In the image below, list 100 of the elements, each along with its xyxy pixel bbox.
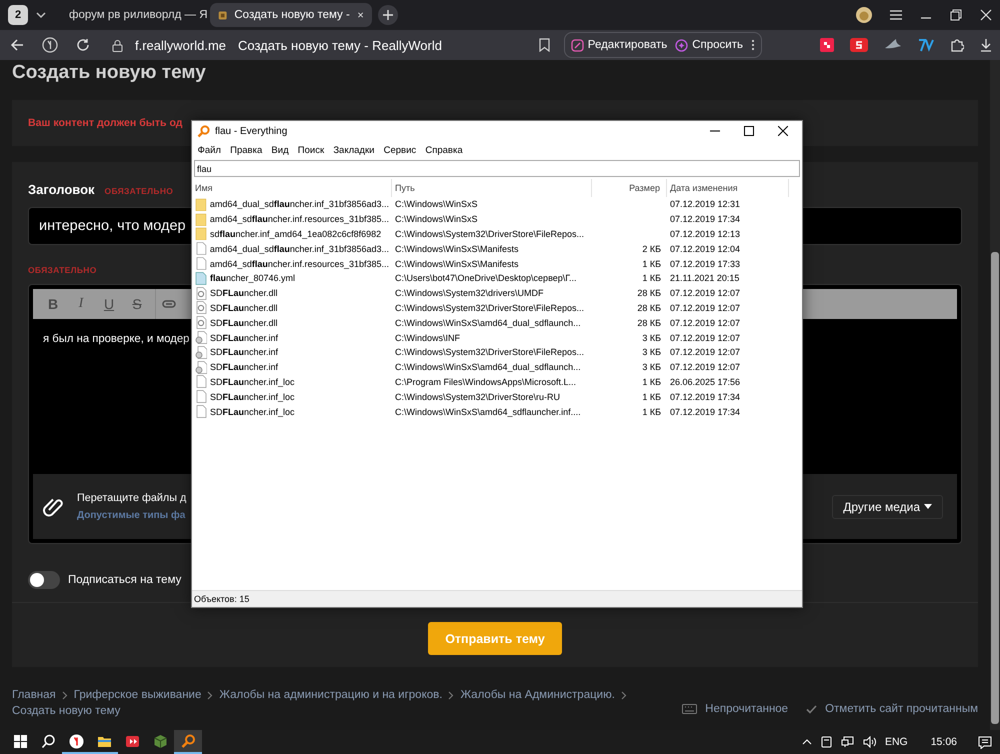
file-name[interactable]: sdflauncher.inf_amd64_1ea082c6cf8f6982 [210,228,382,239]
browser-icon [68,734,84,748]
device-icon[interactable] [820,736,832,748]
file-path: C:\Windows\System32\DriverStore\FileRepos... [394,347,586,358]
clock[interactable]: 15:06 [930,736,957,748]
windows-icon [12,734,28,748]
menu-item[interactable]: Справка [420,144,468,156]
unread-link[interactable]: Непрочитанное [682,703,788,715]
more-icon[interactable] [751,39,755,51]
network-icon[interactable] [840,736,854,748]
menu-item[interactable]: Закладки [328,144,380,156]
column-header[interactable]: Дата изменения [667,179,789,197]
file-name[interactable]: flauncher_80746.yml [210,273,296,284]
breadcrumb-link[interactable]: Гриферское выживание [74,689,202,701]
menu-item[interactable]: Файл [193,144,226,156]
puzzle-icon[interactable] [950,38,964,52]
file-name[interactable]: SDFLauncher.inf_loc [210,376,295,387]
tab-count-button[interactable]: 2 [8,5,28,25]
cube-icon [152,734,168,748]
chevron-up-icon[interactable] [802,739,812,745]
file-name[interactable]: SDFLauncher.inf_loc [210,392,295,402]
caret-icon [924,504,932,509]
back-icon[interactable] [10,38,24,52]
ask-button[interactable]: Спросить [675,38,743,52]
language-indicator[interactable]: ENG [884,736,908,748]
scrollbar[interactable] [990,60,1000,730]
modified-date: 07.12.2019 12:04 [669,244,742,254]
breadcrumb-link[interactable]: Главная [12,689,56,701]
file-name[interactable]: SDFLauncher.inf [210,347,278,358]
maximize-icon[interactable] [744,126,754,136]
modified-date: 26.06.2025 17:56 [669,376,742,387]
menu-item[interactable]: Вид [266,144,294,156]
other-media-button[interactable]: Другие медиа [832,494,943,518]
breadcrumb-link[interactable]: Жалобы на администрацию и на игроков. [219,689,442,701]
notification-icon[interactable] [978,736,992,748]
menu-item[interactable]: Поиск [293,144,329,156]
file-name[interactable]: SDFLauncher.dll [210,302,278,313]
sparkle-icon [675,38,688,52]
file-name[interactable]: SDFLauncher.dll [210,288,278,298]
file-size: 3 КБ [641,362,662,372]
bookmark-icon[interactable] [538,38,550,52]
address-bar[interactable]: f.reallyworld.me Создать новую тему - ReallyWorld [104,33,558,57]
file-path: C:\Windows\System32\DriverStore\FileRepos... [394,228,586,239]
file-name[interactable]: amd64_dual_sdflauncher.inf_31bf3856ad3... [210,199,389,210]
breadcrumb-link[interactable]: Жалобы на Администрацию. [460,689,615,701]
message-text: я был на проверке, и модер [43,333,190,345]
menu-item[interactable]: Правка [226,144,267,156]
file-size: 1 КБ [641,376,662,387]
file-name[interactable]: SDFLauncher.inf [210,332,278,343]
yandex-icon[interactable] [42,37,58,53]
modified-date: 07.12.2019 12:07 [669,347,742,358]
modified-date: 07.12.2019 12:07 [669,302,742,313]
link-icon[interactable] [162,300,176,308]
new-tab-icon[interactable] [378,5,398,25]
modified-date: 07.12.2019 12:31 [669,199,742,210]
column-header[interactable]: Путь [392,179,592,197]
file-name[interactable]: amd64_sdflauncher.inf.resources_31bf385... [210,214,389,224]
column-header[interactable]: Имя [192,179,392,197]
allowed-types-link[interactable]: Допустимые типы фа [77,510,186,521]
chevron-icon [207,690,214,700]
close-icon[interactable] [778,126,788,136]
pencil-icon [570,38,584,52]
browser-tab[interactable]: Создать новую тему - [210,3,372,27]
toggle-switch[interactable] [28,571,60,589]
modified-date: 07.12.2019 17:34 [669,214,742,224]
folder-icon [195,198,207,211]
search-field[interactable]: flau [194,160,800,177]
field-label: Заголовок [28,182,95,197]
mark-read-link[interactable]: Отметить сайт прочитанным [806,703,978,715]
menu-icon[interactable] [890,10,902,20]
edit-button[interactable]: Редактировать [570,38,668,52]
file-name[interactable]: amd64_sdflauncher.inf.resources_31bf385... [210,258,389,269]
file-size: 28 КБ [636,302,662,313]
breadcrumb-link[interactable]: Создать новую тему [12,705,120,717]
extension-icon[interactable] [850,38,868,52]
speaker-icon[interactable] [862,736,876,748]
close-icon[interactable] [356,10,364,20]
file-name[interactable]: SDFLauncher.inf [210,362,278,372]
file-path: C:\Windows\INF [394,332,462,343]
file-name[interactable]: SDFLauncher.inf_loc [210,406,295,417]
file-icon [195,405,207,418]
restore-icon[interactable] [950,9,962,21]
file-name[interactable]: amd64_dual_sdflauncher.inf_31bf3856ad3... [210,244,389,254]
file-name[interactable]: SDFLauncher.dll [210,318,278,328]
error-message: Ваш контент должен быть од [28,117,183,129]
object-count: Объектов: 15 [194,594,250,604]
file-size: 1 КБ [641,392,662,402]
gear-file-icon [195,301,207,314]
gear-file-icon [195,286,207,300]
page-heading: Создать новую тему [12,62,207,84]
extension-icon[interactable] [820,38,834,52]
download-icon[interactable] [980,38,992,52]
column-header[interactable]: Размер [592,179,667,197]
profile-avatar[interactable] [856,7,872,23]
reload-icon[interactable] [76,38,90,52]
menu-item[interactable]: Сервис [379,144,421,156]
file-size: 3 КБ [641,347,662,358]
search-icon [40,734,56,748]
gear-file-icon [195,316,207,330]
keyboard-icon [682,704,698,714]
